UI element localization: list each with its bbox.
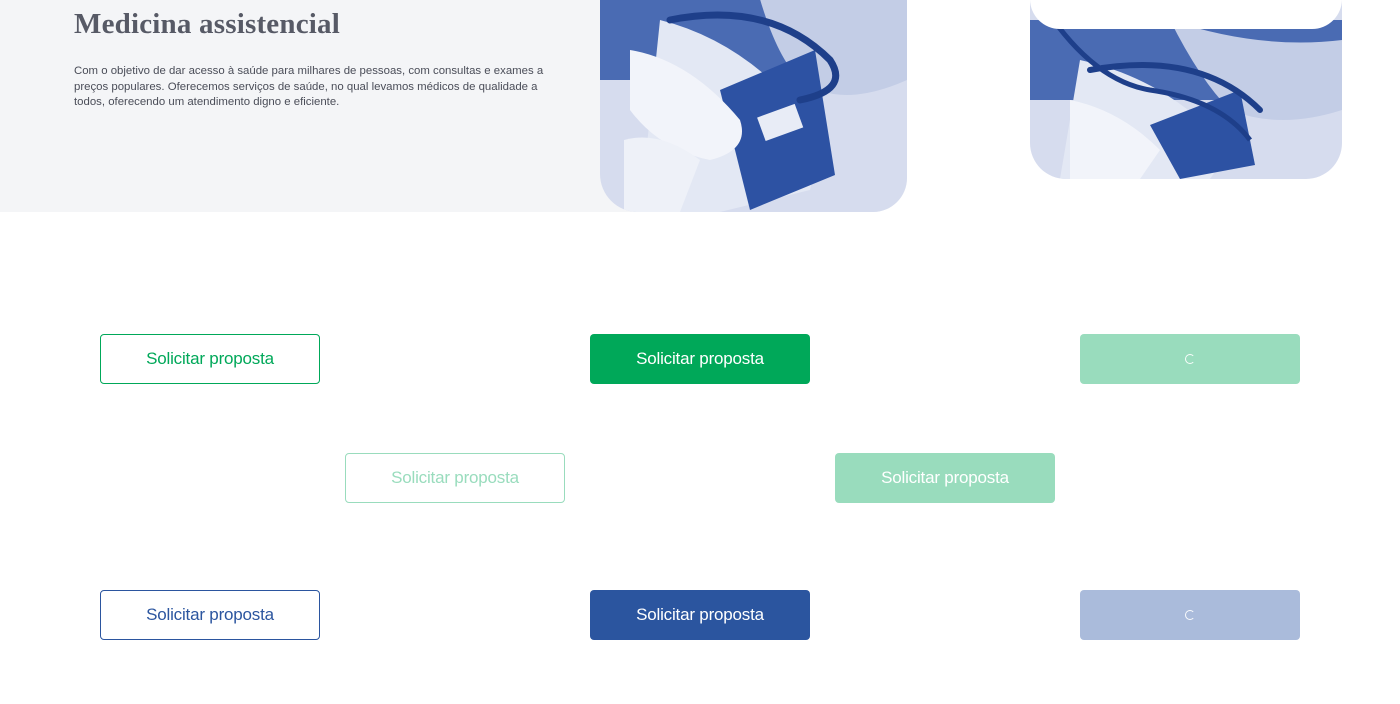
spinner-icon xyxy=(1185,610,1195,620)
hero-card: Medicina assistencial Com o objetivo de … xyxy=(0,0,907,212)
solicitar-proposta-outline-blue-button[interactable]: Solicitar proposta xyxy=(100,590,320,640)
solicitar-proposta-loading-blue-button[interactable] xyxy=(1080,590,1300,640)
solicitar-proposta-outline-disabled-button[interactable]: Solicitar proposta xyxy=(345,453,565,503)
doctor-blood-pressure-photo-icon xyxy=(600,0,907,212)
solicitar-proposta-loading-green-button[interactable] xyxy=(1080,334,1300,384)
hero-title: Medicina assistencial xyxy=(74,8,340,40)
solicitar-proposta-solid-blue-button[interactable]: Solicitar proposta xyxy=(590,590,810,640)
solicitar-proposta-outline-green-button[interactable]: Solicitar proposta xyxy=(100,334,320,384)
solicitar-proposta-solid-green-button[interactable]: Solicitar proposta xyxy=(590,334,810,384)
hero-description: Com o objetivo de dar acesso à saúde par… xyxy=(74,65,544,108)
spinner-icon xyxy=(1185,354,1195,364)
side-card-overlay xyxy=(1030,0,1342,29)
hero-image xyxy=(600,0,907,212)
solicitar-proposta-solid-disabled-button[interactable]: Solicitar proposta xyxy=(835,453,1055,503)
